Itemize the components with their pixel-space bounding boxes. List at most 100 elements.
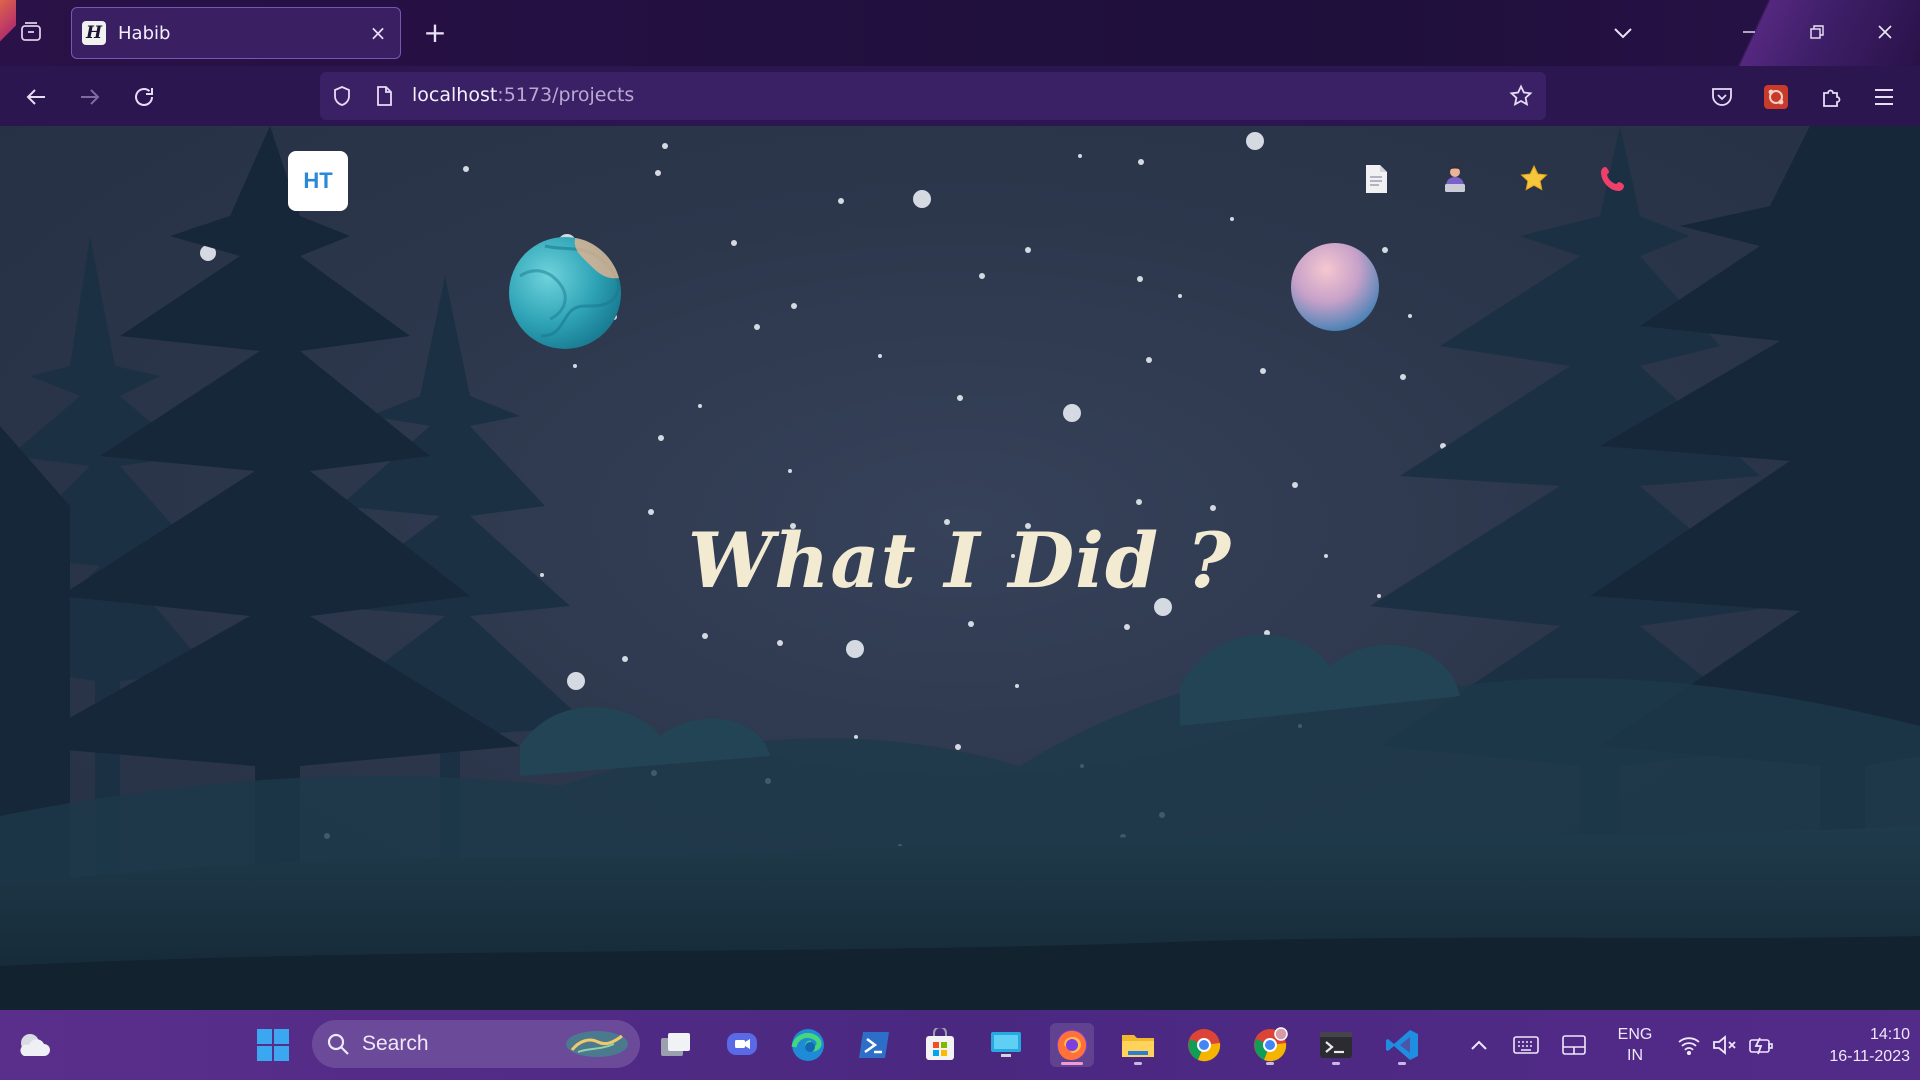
active-indicator bbox=[1061, 1062, 1083, 1065]
remote-desktop-app-button[interactable] bbox=[984, 1023, 1028, 1067]
store-icon bbox=[926, 1028, 954, 1060]
windows-logo-icon bbox=[257, 1029, 289, 1061]
running-indicator bbox=[1266, 1062, 1274, 1065]
clock-time: 14:10 bbox=[1869, 1026, 1910, 1043]
search-label: Search bbox=[362, 1032, 429, 1055]
panel-icon bbox=[1562, 1035, 1586, 1055]
page-headline: What I Did ? bbox=[687, 516, 1233, 605]
language-indicator[interactable]: ENG IN bbox=[1610, 1024, 1660, 1066]
url-text[interactable]: localhost:5173/projects bbox=[412, 84, 634, 106]
file-explorer-app-button[interactable] bbox=[1116, 1023, 1160, 1067]
minimize-button[interactable] bbox=[1726, 14, 1772, 50]
phone-icon bbox=[1601, 167, 1624, 191]
chevron-up-icon bbox=[1471, 1040, 1487, 1050]
address-bar[interactable]: localhost:5173/projects bbox=[320, 72, 1546, 120]
extension-button[interactable] bbox=[1759, 80, 1793, 114]
minimize-icon bbox=[1743, 31, 1755, 33]
nav-about-link[interactable] bbox=[1438, 162, 1472, 196]
extension-app-icon bbox=[1764, 85, 1788, 109]
battery-status[interactable] bbox=[1746, 1010, 1776, 1080]
pink-planet bbox=[1291, 243, 1379, 331]
list-all-tabs-button[interactable] bbox=[1606, 18, 1640, 48]
browser-tab[interactable]: H Habib × bbox=[71, 7, 401, 59]
volume-muted-icon bbox=[1713, 1035, 1736, 1055]
task-view-button[interactable] bbox=[654, 1023, 698, 1067]
firefox-icon bbox=[1057, 1030, 1087, 1060]
search-icon bbox=[327, 1033, 349, 1055]
site-info-button[interactable] bbox=[372, 84, 396, 108]
folder-icon bbox=[1122, 1035, 1154, 1057]
forward-button[interactable] bbox=[73, 80, 107, 114]
close-window-button[interactable] bbox=[1862, 14, 1908, 50]
nav-resume-link[interactable] bbox=[1359, 162, 1393, 196]
meet-app-button[interactable] bbox=[720, 1023, 764, 1067]
wifi-icon bbox=[1678, 1037, 1700, 1055]
close-tab-button[interactable]: × bbox=[366, 21, 390, 45]
powershell-icon bbox=[859, 1032, 889, 1058]
reload-button[interactable] bbox=[127, 80, 161, 114]
terminal-icon bbox=[1320, 1032, 1352, 1058]
menu-button[interactable] bbox=[1867, 80, 1901, 114]
close-icon bbox=[1878, 25, 1892, 39]
site-logo[interactable]: HT bbox=[288, 151, 348, 211]
back-button[interactable] bbox=[19, 80, 53, 114]
arrow-right-icon bbox=[81, 89, 100, 105]
chrome-profile-app-button[interactable] bbox=[1248, 1023, 1292, 1067]
start-button[interactable] bbox=[251, 1023, 295, 1067]
star-outline-icon bbox=[1509, 84, 1533, 107]
tracking-protection-button[interactable] bbox=[330, 84, 354, 108]
extensions-button[interactable] bbox=[1814, 80, 1848, 114]
task-view-icon bbox=[661, 1033, 690, 1056]
clock-date: 16-11-2023 bbox=[1829, 1048, 1910, 1065]
arrow-left-icon bbox=[26, 89, 45, 105]
person-laptop-icon bbox=[1445, 166, 1465, 192]
pocket-icon bbox=[1712, 88, 1732, 106]
region-code: IN bbox=[1627, 1047, 1643, 1064]
page-icon bbox=[377, 86, 392, 106]
star-icon bbox=[1520, 164, 1548, 191]
reload-icon bbox=[135, 88, 153, 106]
document-icon bbox=[1366, 165, 1387, 193]
page-viewport: HT What I Did ? bbox=[0, 126, 1920, 1010]
puzzle-icon bbox=[1823, 89, 1841, 107]
bookmark-button[interactable] bbox=[1508, 83, 1534, 109]
nav-projects-link[interactable] bbox=[1517, 162, 1551, 196]
show-hidden-icons-button[interactable] bbox=[1464, 1010, 1494, 1080]
pocket-button[interactable] bbox=[1705, 80, 1739, 114]
tab-title: Habib bbox=[118, 22, 171, 44]
new-tab-button[interactable]: + bbox=[418, 16, 452, 49]
input-panel-button[interactable] bbox=[1558, 1010, 1590, 1080]
wifi-status[interactable] bbox=[1674, 1010, 1704, 1080]
favicon-icon: H bbox=[82, 21, 106, 45]
taskbar-clock[interactable]: 14:10 16-11-2023 bbox=[1790, 1024, 1910, 1068]
store-app-button[interactable] bbox=[918, 1023, 962, 1067]
browser-titlebar: H Habib × + bbox=[0, 0, 1920, 66]
video-call-icon bbox=[727, 1033, 757, 1055]
weather-cloud-icon bbox=[20, 1034, 50, 1056]
terminal-app-button[interactable] bbox=[1314, 1023, 1358, 1067]
weather-widget[interactable] bbox=[12, 1023, 56, 1067]
running-indicator bbox=[1134, 1062, 1142, 1065]
tab-list-icon bbox=[21, 22, 41, 41]
volume-status[interactable] bbox=[1710, 1010, 1740, 1080]
monitor-icon bbox=[991, 1032, 1021, 1057]
running-indicator bbox=[1332, 1062, 1340, 1065]
restore-button[interactable] bbox=[1794, 14, 1840, 50]
navigation-toolbar: localhost:5173/projects bbox=[0, 66, 1920, 126]
touch-keyboard-button[interactable] bbox=[1510, 1010, 1542, 1080]
edge-icon bbox=[791, 1029, 824, 1061]
taskbar-search[interactable]: Search bbox=[312, 1020, 640, 1068]
chrome-app-button[interactable] bbox=[1182, 1023, 1226, 1067]
firefox-app-button[interactable] bbox=[1050, 1023, 1094, 1067]
edge-app-button[interactable] bbox=[786, 1023, 830, 1067]
keyboard-icon bbox=[1513, 1036, 1539, 1054]
nav-contact-link[interactable] bbox=[1596, 162, 1630, 196]
chevron-down-icon bbox=[1614, 28, 1632, 39]
running-indicator bbox=[1398, 1062, 1406, 1065]
language-code: ENG bbox=[1617, 1026, 1653, 1043]
tab-overview-button[interactable] bbox=[13, 14, 49, 50]
url-path: :5173/projects bbox=[497, 84, 635, 106]
powershell-app-button[interactable] bbox=[852, 1023, 896, 1067]
vscode-app-button[interactable] bbox=[1380, 1023, 1424, 1067]
hamburger-icon bbox=[1875, 89, 1893, 105]
